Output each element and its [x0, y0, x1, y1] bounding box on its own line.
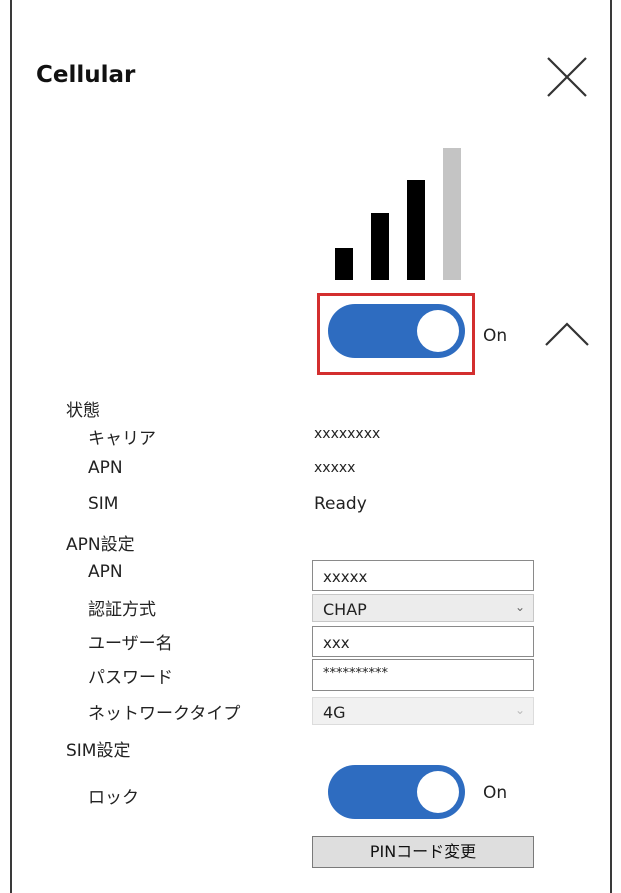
chevron-up-icon[interactable] [543, 318, 591, 348]
auth-method-select[interactable]: CHAP ⌄ [312, 594, 534, 622]
sim-status-label: SIM [88, 494, 119, 514]
signal-bar-2 [371, 213, 389, 280]
toggle-knob [417, 310, 459, 352]
username-input[interactable]: xxx [312, 626, 534, 657]
panel-title: Cellular [36, 62, 136, 88]
password-input[interactable]: ********** [312, 659, 534, 691]
auth-method-label: 認証方式 [88, 600, 156, 620]
apn-status-value: xxxxx [314, 460, 356, 476]
sim-settings-section-label: SIM設定 [66, 741, 131, 761]
cellular-toggle-state: On [483, 326, 508, 346]
signal-bar-4 [443, 148, 461, 280]
apn-field-label: APN [88, 562, 123, 582]
network-type-select[interactable]: 4G ⌄ [312, 697, 534, 725]
signal-bar-3 [407, 180, 425, 280]
toggle-knob [417, 771, 459, 813]
change-pin-button[interactable]: PINコード変更 [312, 836, 534, 868]
apn-status-label: APN [88, 458, 123, 478]
username-label: ユーザー名 [88, 634, 173, 654]
carrier-value: xxxxxxxx [314, 426, 381, 442]
close-icon[interactable] [545, 55, 589, 99]
lock-label: ロック [88, 788, 139, 808]
sim-lock-toggle[interactable] [328, 765, 465, 819]
network-type-label: ネットワークタイプ [88, 704, 241, 724]
sim-status-value: Ready [314, 494, 367, 514]
signal-strength-icon [333, 148, 463, 280]
apn-input[interactable]: xxxxx [312, 560, 534, 591]
chevron-down-icon: ⌄ [514, 600, 525, 614]
signal-bar-1 [335, 248, 353, 280]
chevron-down-icon: ⌄ [514, 703, 525, 717]
carrier-label: キャリア [88, 429, 156, 449]
status-section-label: 状態 [66, 401, 100, 421]
apn-settings-section-label: APN設定 [66, 535, 135, 555]
cellular-toggle[interactable] [328, 304, 465, 358]
password-label: パスワード [88, 668, 173, 688]
auth-method-value: CHAP [323, 600, 367, 619]
network-type-value: 4G [323, 703, 346, 722]
sim-lock-toggle-state: On [483, 783, 508, 803]
